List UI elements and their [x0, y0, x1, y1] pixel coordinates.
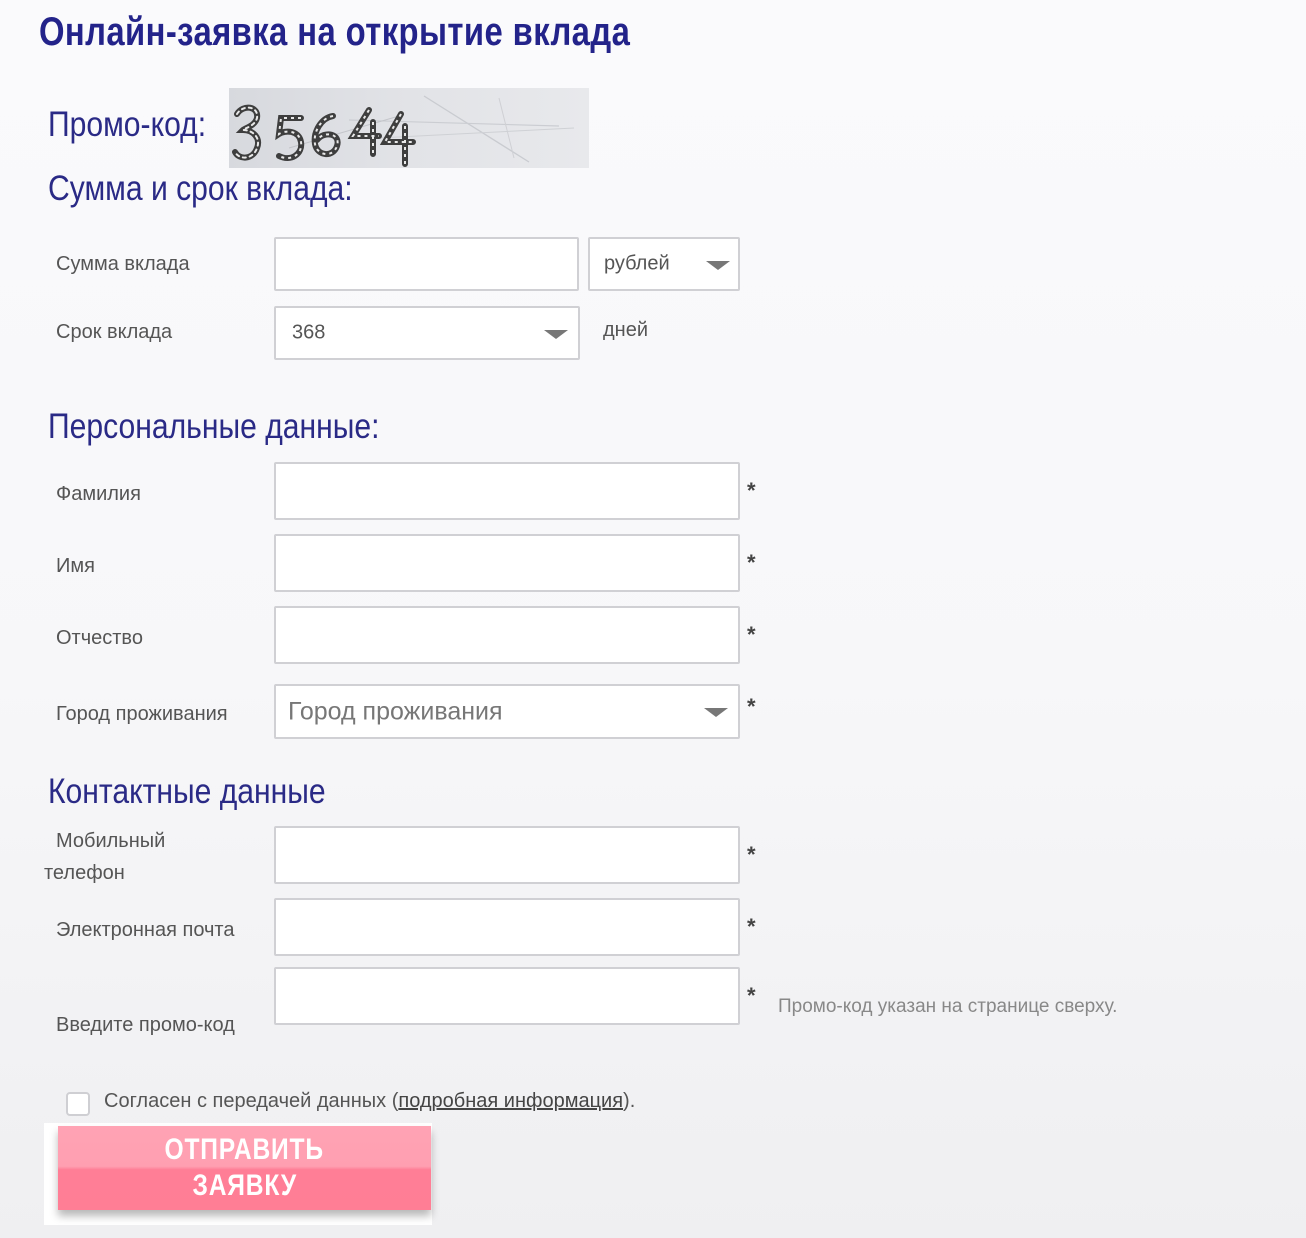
- section-heading-deposit: Сумма и срок вклада:: [48, 169, 353, 208]
- chevron-down-icon: [704, 708, 728, 717]
- chevron-down-icon: [544, 330, 568, 339]
- required-marker: *: [747, 842, 756, 867]
- firstname-label: Имя: [56, 555, 95, 577]
- required-marker: *: [747, 478, 756, 503]
- deposit-amount-input[interactable]: [274, 237, 579, 291]
- lastname-label: Фамилия: [56, 483, 141, 505]
- deposit-amount-label: Сумма вклада: [56, 253, 190, 275]
- deposit-term-select-value: 368: [292, 321, 326, 344]
- submit-application-button[interactable]: ОТПРАВИТЬ ЗАЯВКУ: [58, 1126, 431, 1210]
- submit-button-label-line1: ОТПРАВИТЬ: [164, 1133, 325, 1166]
- submit-button-container: ОТПРАВИТЬ ЗАЯВКУ: [44, 1123, 432, 1225]
- currency-select[interactable]: рублей: [588, 237, 740, 291]
- city-select-placeholder: Город проживания: [288, 697, 503, 725]
- phone-label-line2: телефон: [44, 862, 125, 884]
- consent-text-before: Согласен с передачей данных (: [104, 1090, 399, 1112]
- deposit-term-select[interactable]: 368: [274, 306, 580, 360]
- promo-code-hint: Промо-код указан на странице сверху.: [778, 996, 1118, 1017]
- section-heading-personal: Персональные данные:: [48, 407, 380, 446]
- lastname-input[interactable]: [274, 462, 740, 520]
- email-input[interactable]: [274, 898, 740, 956]
- promo-code-label: Промо-код:: [48, 105, 207, 144]
- city-label: Город проживания: [56, 703, 228, 725]
- consent-text: Согласен с передачей данных (подробная и…: [104, 1090, 635, 1113]
- consent-text-after: ).: [623, 1090, 636, 1112]
- chevron-down-icon: [706, 261, 730, 270]
- currency-select-value: рублей: [604, 252, 670, 275]
- patronymic-input[interactable]: [274, 606, 740, 664]
- phone-label-line1: Мобильный: [56, 830, 166, 852]
- email-label: Электронная почта: [56, 919, 235, 941]
- details-link[interactable]: подробная информация: [398, 1090, 623, 1112]
- deposit-term-label: Срок вклада: [56, 321, 173, 343]
- promo-input-label: Введите промо-код: [56, 1014, 235, 1036]
- promo-code-input[interactable]: [274, 967, 740, 1025]
- city-select[interactable]: Город проживания: [274, 684, 740, 739]
- submit-button-label-line2: ЗАЯВКУ: [192, 1169, 297, 1202]
- required-marker: *: [747, 622, 756, 647]
- patronymic-label: Отчество: [56, 627, 143, 649]
- required-marker: *: [747, 914, 756, 939]
- page-title: Онлайн-заявка на открытие вклада: [39, 10, 631, 54]
- phone-input[interactable]: [274, 826, 740, 884]
- promo-code-captcha-image: [229, 88, 589, 168]
- firstname-input[interactable]: [274, 534, 740, 592]
- required-marker: *: [747, 983, 756, 1008]
- section-heading-contacts: Контактные данные: [48, 772, 326, 811]
- required-marker: *: [747, 550, 756, 575]
- term-unit-label: дней: [603, 319, 649, 341]
- consent-checkbox[interactable]: [66, 1092, 90, 1116]
- required-marker: *: [747, 694, 756, 719]
